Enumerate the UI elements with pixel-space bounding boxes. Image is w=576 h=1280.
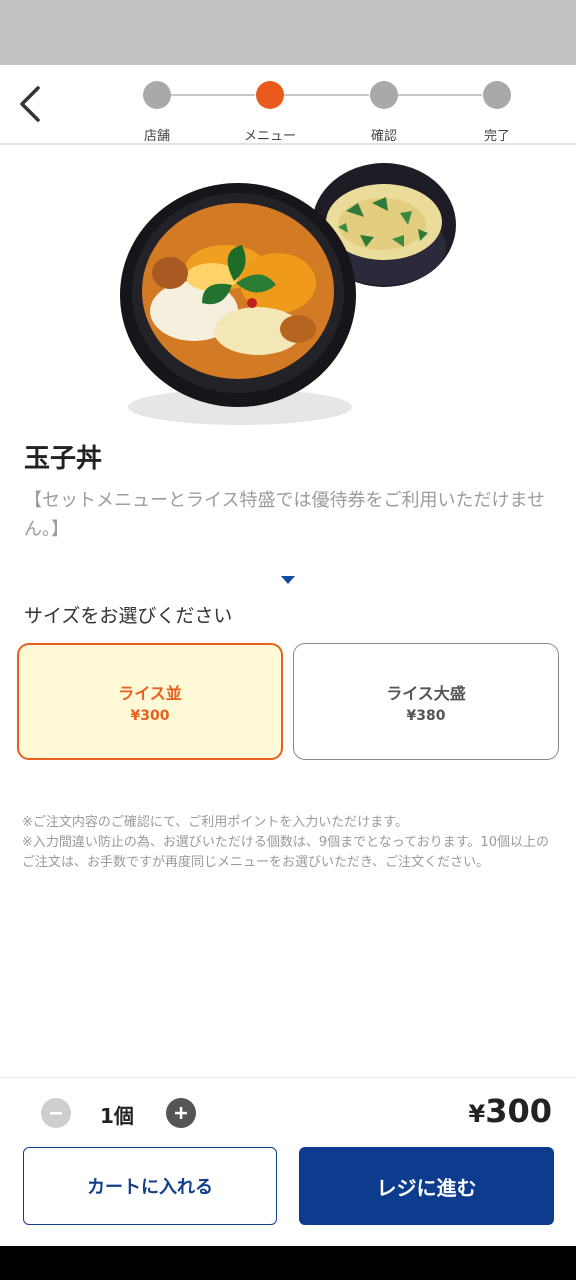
currency-symbol: ¥ <box>468 1100 486 1128</box>
quantity-value: 1個 <box>100 1104 134 1128</box>
item-note: 【セットメニューとライス特盛では優待券をご利用いただけません。】 <box>24 490 545 540</box>
step-label-store: 店舗 <box>143 129 170 144</box>
add-to-cart-button[interactable]: カートに入れる <box>23 1147 277 1225</box>
size-option-name: ライス大盛 <box>386 683 466 703</box>
header: 店舗 メニュー 確認 完了 <box>0 65 576 145</box>
quantity-decrease-button[interactable] <box>41 1098 71 1128</box>
note-quantity-limit: ※入力間違い防止の為、お選びいただける個数は、9個までとなっております。10個以… <box>22 835 549 870</box>
step-label-menu: メニュー <box>243 129 296 144</box>
quantity-increase-button[interactable] <box>166 1098 196 1128</box>
system-navigation-bar <box>0 1246 576 1280</box>
step-connector <box>397 94 482 96</box>
size-option-regular[interactable]: ライス並 ¥300 <box>17 643 283 760</box>
step-label-confirm: 確認 <box>370 129 397 144</box>
total-price: ¥300 <box>469 1092 553 1130</box>
progress-stepper: 店舗 メニュー 確認 完了 <box>100 65 540 145</box>
plus-icon <box>175 1107 187 1119</box>
size-option-name: ライス並 <box>118 683 182 703</box>
step-dot-store <box>143 81 171 109</box>
checkout-button[interactable]: レジに進む <box>299 1147 554 1225</box>
food-image <box>100 155 480 435</box>
step-label-complete: 完了 <box>483 129 510 144</box>
bottom-bar: 1個 ¥300 カートに入れる レジに進む <box>0 1077 576 1245</box>
item-title: 玉子丼 <box>24 444 103 474</box>
size-option-price: ¥380 <box>406 707 446 724</box>
step-connector <box>284 94 369 96</box>
step-dot-complete <box>483 81 511 109</box>
back-button[interactable] <box>12 79 48 129</box>
step-dot-confirm <box>370 81 398 109</box>
size-option-price: ¥300 <box>130 707 170 724</box>
size-select-label: サイズをお選びください <box>24 605 233 627</box>
caret-down-icon[interactable] <box>281 576 295 584</box>
step-dot-menu <box>256 81 284 109</box>
step-connector <box>170 94 255 96</box>
status-bar <box>0 0 576 65</box>
chevron-left-icon <box>20 86 40 122</box>
note-points: ※ご注文内容のご確認にて、ご利用ポイントを入力いただけます。 <box>22 815 408 830</box>
total-amount: 300 <box>485 1092 552 1130</box>
size-option-large[interactable]: ライス大盛 ¥380 <box>293 643 559 760</box>
order-notes: ※ご注文内容のご確認にて、ご利用ポイントを入力いただけます。 ※入力間違い防止の… <box>22 813 557 873</box>
minus-icon <box>50 1112 62 1115</box>
